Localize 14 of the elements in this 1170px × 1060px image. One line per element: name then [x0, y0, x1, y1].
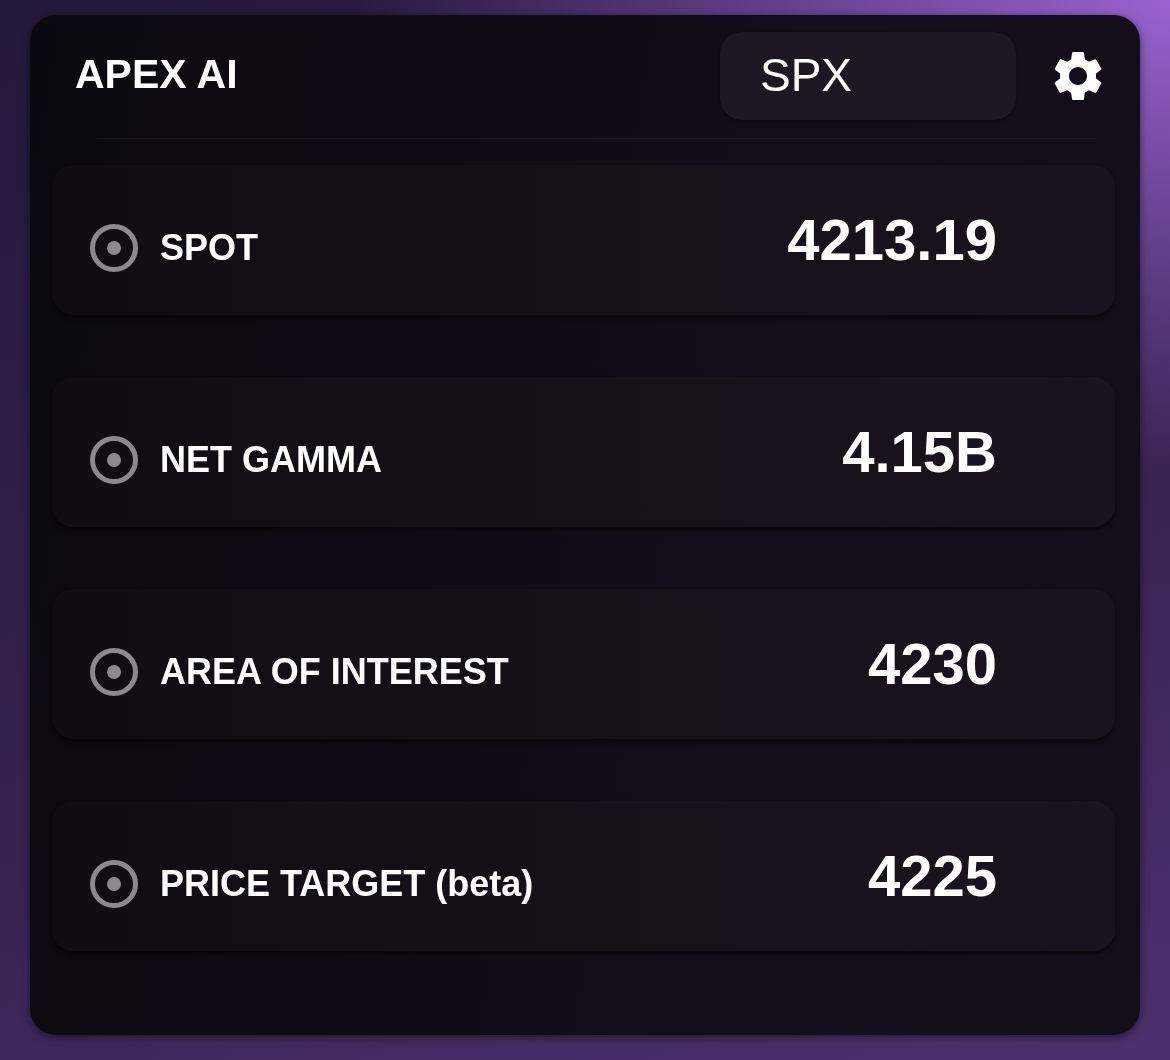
ring-dot-icon [90, 648, 138, 696]
metric-value: 4225 [867, 847, 997, 905]
metric-label: AREA OF INTEREST [160, 651, 510, 693]
ring-dot-icon [90, 436, 138, 484]
ticker-field[interactable]: SPX [720, 32, 1016, 120]
metric-label: NET GAMMA [160, 439, 383, 481]
ring-dot-icon [90, 224, 138, 272]
metric-value: 4.15B [842, 423, 997, 481]
metric-value: 4230 [867, 635, 997, 693]
metric-label: SPOT [160, 227, 259, 269]
metric-value: 4213.19 [787, 211, 997, 269]
ring-dot-icon [90, 860, 138, 908]
app-title: APEX AI [75, 53, 239, 95]
metric-label: PRICE TARGET (beta) [160, 863, 535, 905]
